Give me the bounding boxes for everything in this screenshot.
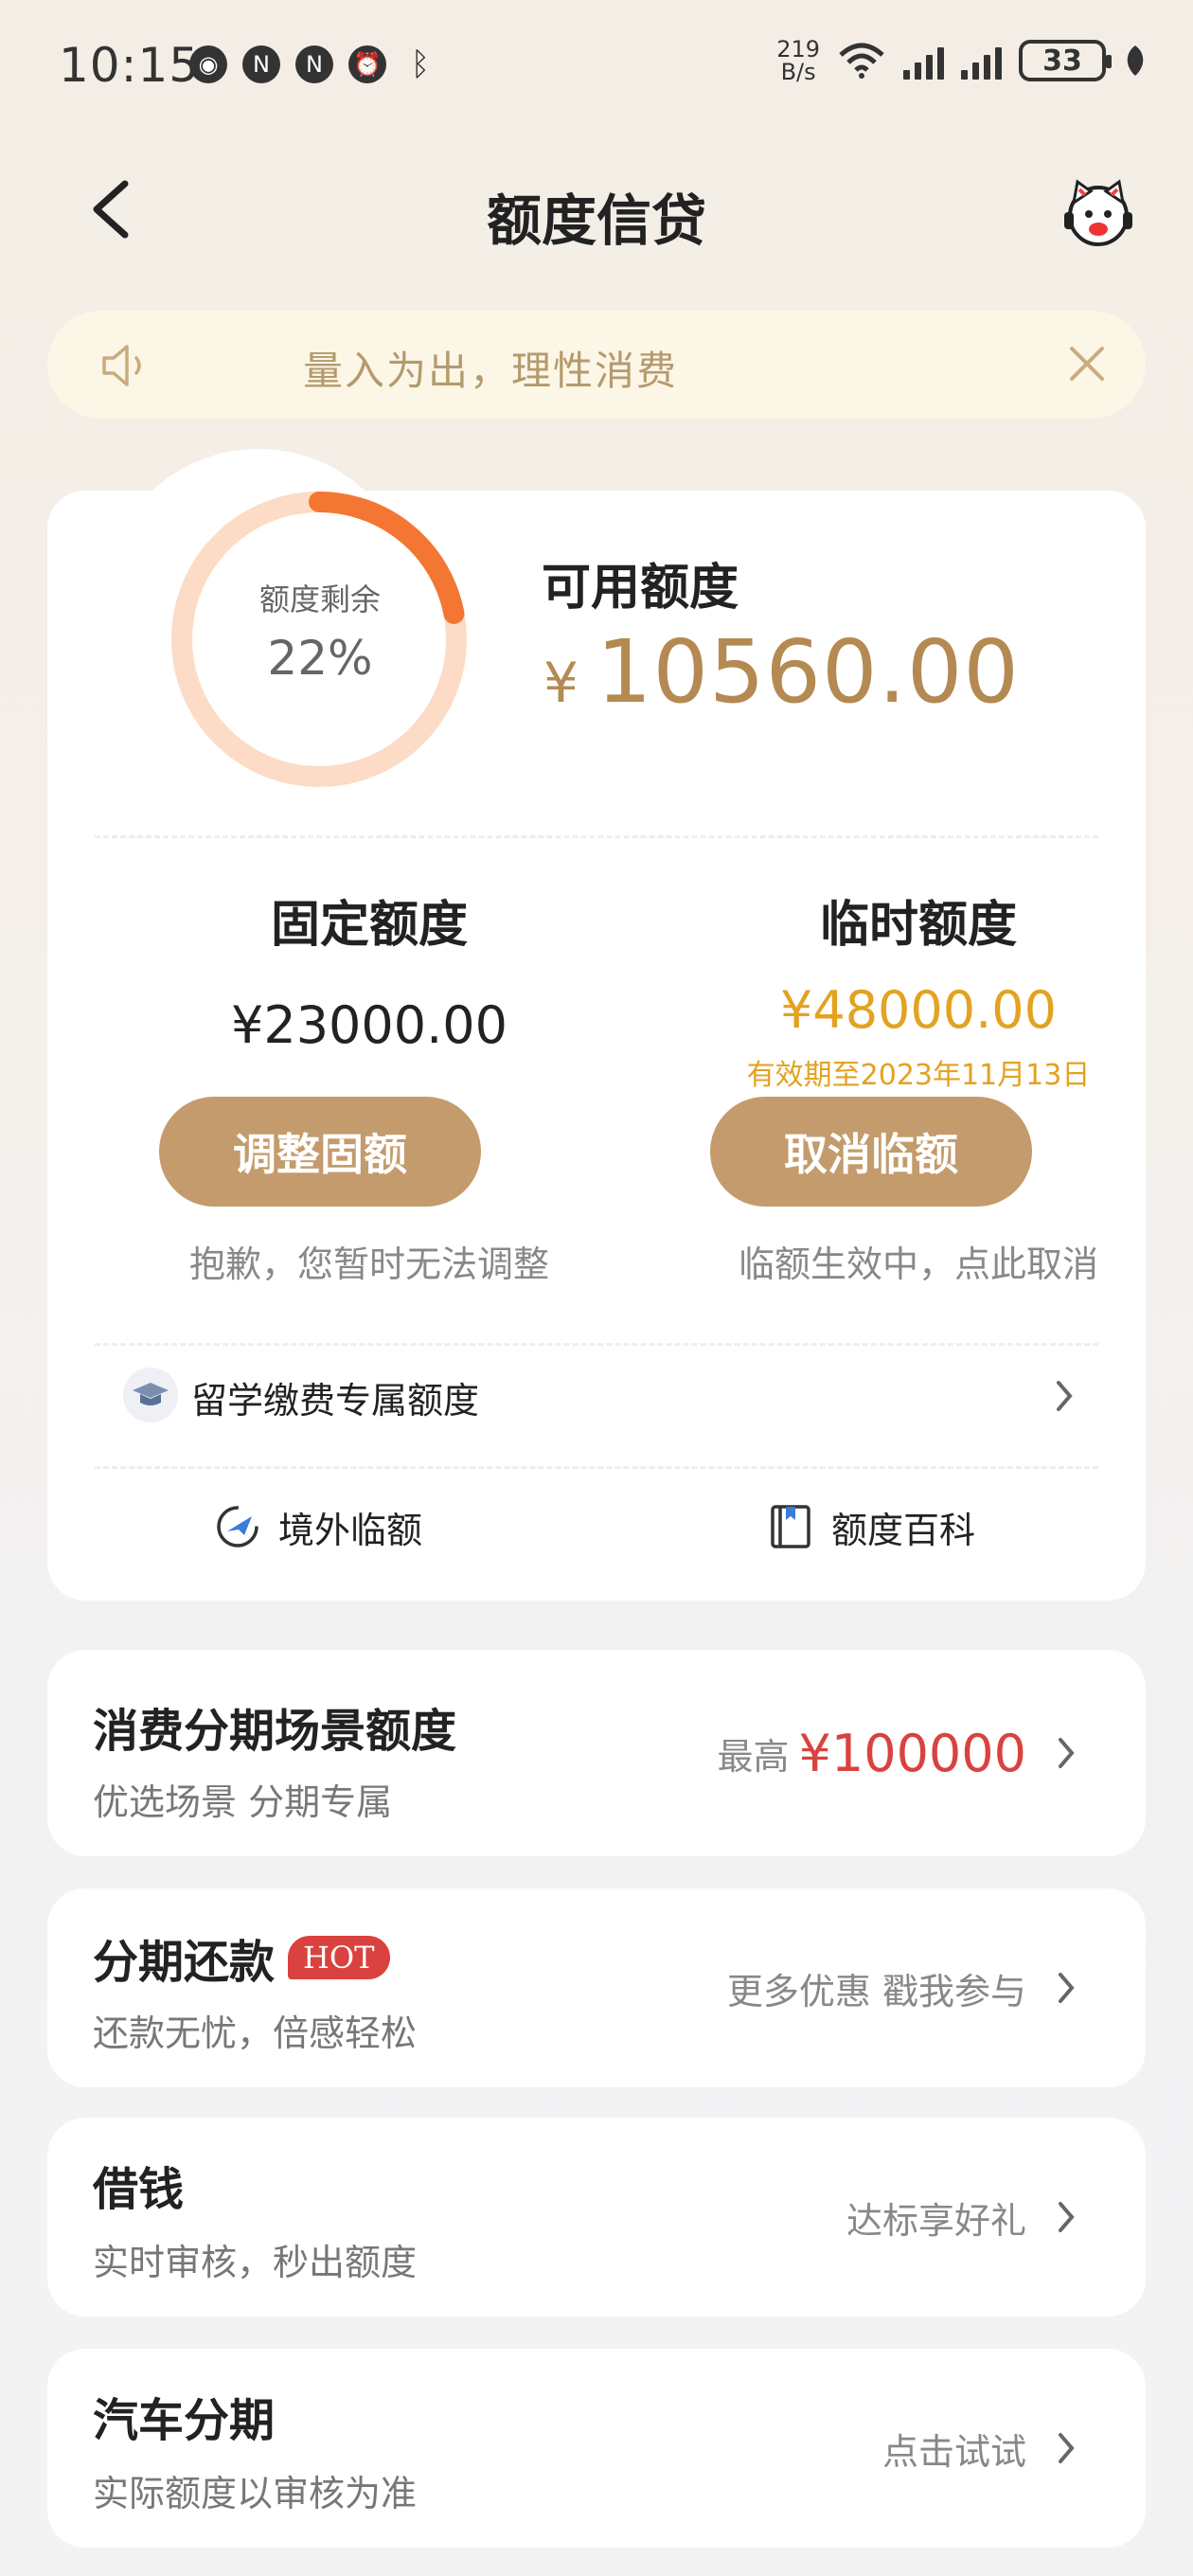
credit-encyclopedia-label: 额度百科 [831, 1509, 976, 1551]
chevron-right-icon [1059, 1973, 1075, 2003]
installment-title: 消费分期场景额度 [93, 1705, 457, 1758]
ring-percent: 22% [267, 631, 373, 686]
study-abroad-label: 留学缴费专属额度 [191, 1380, 480, 1422]
chevron-right-icon [1057, 1381, 1073, 1411]
bottom-links: 境外临额 额度百科 [47, 1476, 1146, 1580]
credit-encyclopedia-link[interactable]: 额度百科 [767, 1498, 975, 1555]
signal-icon [961, 42, 1002, 80]
overseas-temp-credit-link[interactable]: 境外临额 [214, 1498, 422, 1555]
car-subtitle: 实际额度以审核为准 [93, 2473, 418, 2514]
credit-summary-card: 额度剩余 22% 可用额度 ¥10560.00 固定额度 ¥23000.00 临… [47, 449, 1146, 1601]
battery-icon: 33 [1019, 40, 1112, 81]
qq-icon: ◉ [189, 45, 227, 83]
available-credit-amount: ¥10560.00 [543, 621, 1020, 723]
graduation-cap-icon [123, 1368, 178, 1422]
net-speed-value: 219 [776, 36, 820, 63]
chevron-right-icon [1059, 1738, 1075, 1768]
status-time: 10:15 [59, 38, 201, 93]
currency-symbol: ¥ [543, 651, 579, 715]
header: 额度信贷 [0, 152, 1193, 265]
ring-label: 额度剩余 [258, 581, 381, 617]
status-bar: 10:15 ◉ N N ⏰ ᛒ 219 B/s 33 [0, 0, 1193, 133]
nfc-circle-icon: N [242, 45, 280, 83]
notice-text: 量入为出，理性消费 [303, 348, 679, 394]
hot-badge: HOT [288, 1936, 390, 1979]
battery-level: 33 [1042, 44, 1082, 78]
borrow-promo: 达标享好礼 [846, 2199, 1026, 2242]
temp-credit-validity: 有效期至2023年11月13日 [746, 1059, 1091, 1092]
plane-globe-icon [217, 1506, 258, 1547]
divider [95, 1466, 1098, 1469]
net-speed-unit: B/s [780, 59, 816, 85]
customer-service-mascot-icon[interactable] [1059, 174, 1138, 250]
temp-credit-hint[interactable]: 临额生效中，点此取消 [682, 1235, 1155, 1287]
fixed-credit-amount: ¥23000.00 [230, 995, 508, 1055]
close-icon[interactable] [1066, 343, 1108, 385]
available-credit-label: 可用额度 [542, 560, 739, 617]
divider [95, 835, 1098, 838]
speaker-icon [102, 345, 141, 386]
installment-repay-card[interactable]: 分期还款 HOT 还款无忧，倍感轻松 更多优惠 戳我参与 [47, 1888, 1146, 2087]
cancel-temp-credit-button[interactable]: 取消临额 [710, 1097, 1032, 1207]
max-amount: ¥100000 [798, 1723, 1027, 1783]
leaf-icon [1127, 45, 1144, 76]
repay-promo: 更多优惠 戳我参与 [726, 1970, 1026, 2012]
borrow-money-card[interactable]: 借钱 实时审核，秒出额度 达标享好礼 [47, 2118, 1146, 2317]
max-prefix: 最高 [717, 1735, 790, 1778]
page-title: 额度信贷 [486, 188, 706, 253]
car-installment-card[interactable]: 汽车分期 实际额度以审核为准 点击试试 [47, 2349, 1146, 2548]
temp-credit-column: 临时额度 ¥48000.00 有效期至2023年11月13日 [682, 885, 1155, 1093]
repay-title: 分期还款 [93, 1936, 276, 1989]
borrow-subtitle: 实时审核，秒出额度 [93, 2242, 418, 2283]
book-icon [771, 1505, 810, 1548]
temp-credit-amount: ¥48000.00 [779, 980, 1058, 1040]
signal-icon [903, 42, 944, 80]
repay-subtitle: 还款无忧，倍感轻松 [93, 2012, 418, 2054]
adjust-fixed-credit-button[interactable]: 调整固额 [159, 1097, 481, 1207]
fixed-credit-hint: 抱歉，您暂时无法调整 [188, 1243, 549, 1285]
repay-title-row: 分期还款 HOT [93, 1924, 390, 1991]
fixed-credit-title: 固定额度 [270, 897, 468, 954]
overseas-temp-credit-label: 境外临额 [278, 1509, 423, 1551]
bluetooth-icon: ᛒ [410, 45, 431, 83]
car-promo: 点击试试 [881, 2430, 1026, 2473]
available-amount: 10560.00 [596, 621, 1020, 723]
net-speed: 219 B/s [776, 38, 820, 83]
nfc-icon: N [295, 45, 333, 83]
study-abroad-credit-row[interactable]: 留学缴费专属额度 [47, 1345, 1146, 1449]
notice-banner: 量入为出，理性消费 [47, 311, 1146, 419]
borrow-title: 借钱 [93, 2163, 185, 2216]
chevron-right-icon [1059, 2433, 1075, 2463]
installment-subtitle: 优选场景 分期专属 [93, 1781, 393, 1823]
system-status: 219 B/s 33 [776, 38, 1148, 83]
fixed-credit-column: 固定额度 ¥23000.00 [133, 885, 606, 1055]
chevron-right-icon [1059, 2202, 1075, 2232]
alarm-icon: ⏰ [348, 45, 386, 83]
installment-max: 最高 ¥100000 [717, 1650, 1026, 1856]
installment-scenario-card[interactable]: 消费分期场景额度 优选场景 分期专属 最高 ¥100000 [47, 1650, 1146, 1856]
notification-icons: ◉ N N ⏰ ᛒ [189, 45, 439, 83]
wifi-icon [839, 43, 884, 79]
car-title: 汽车分期 [93, 2394, 276, 2447]
temp-credit-title: 临时额度 [819, 897, 1017, 954]
